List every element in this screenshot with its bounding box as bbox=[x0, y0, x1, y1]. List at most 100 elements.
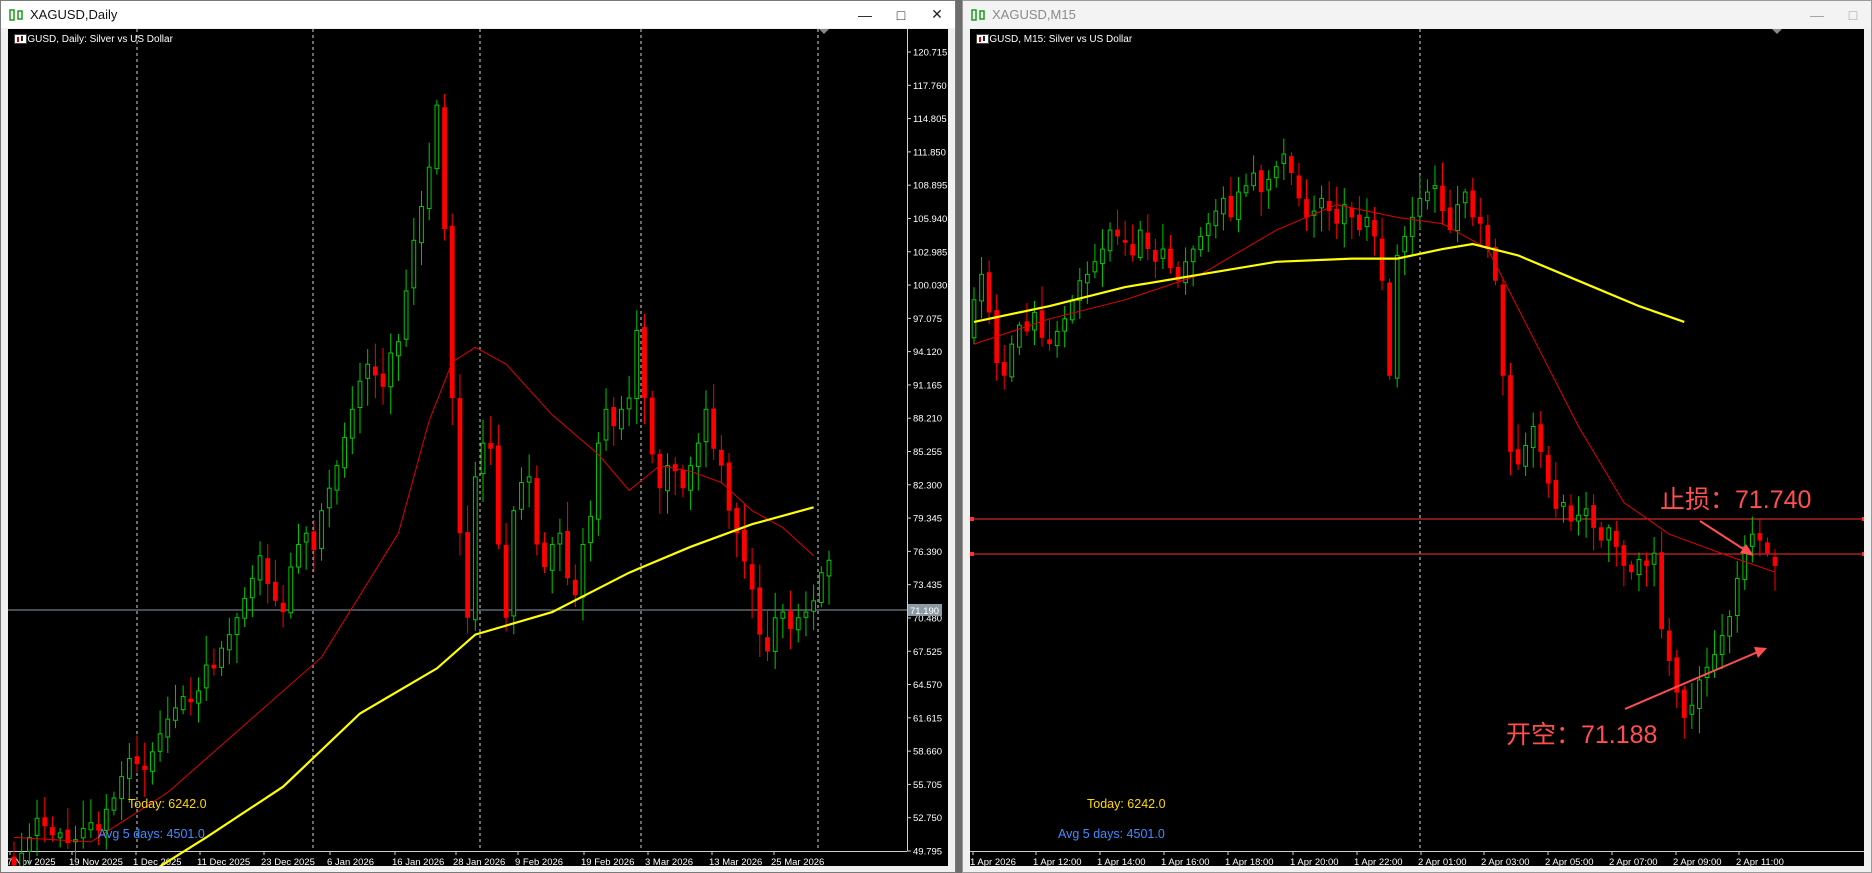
minimize-button[interactable]: — bbox=[847, 1, 883, 28]
x-tick-label: 28 Jan 2026 bbox=[453, 857, 505, 866]
candle-body bbox=[1085, 273, 1090, 284]
chart-window-icon bbox=[9, 8, 23, 21]
x-tick-label: 1 Apr 22:00 bbox=[1354, 857, 1403, 866]
candle-body bbox=[357, 380, 363, 408]
candle-body bbox=[1281, 153, 1287, 164]
candle-body bbox=[1115, 229, 1120, 237]
candle-body bbox=[711, 408, 717, 449]
daily-price-chart[interactable]: 120.715 117.760 114.805 111.850 108.895 105.9… bbox=[8, 29, 948, 866]
candle-body bbox=[296, 544, 301, 568]
daily-chart-svg[interactable]: 120.715 117.760 114.805 111.850 108.895 105.9… bbox=[8, 29, 948, 866]
candle-body bbox=[1001, 362, 1007, 376]
maximize-button[interactable]: □ bbox=[883, 1, 919, 28]
candle-body bbox=[1485, 225, 1491, 250]
candle-body bbox=[1462, 191, 1468, 204]
candle-body bbox=[419, 206, 424, 244]
candle-body bbox=[472, 476, 478, 621]
candle-body bbox=[1243, 185, 1249, 194]
candle-body bbox=[1545, 454, 1551, 484]
candle-body bbox=[1047, 339, 1052, 345]
candle-body bbox=[726, 462, 732, 511]
candle-body bbox=[288, 566, 294, 614]
x-tick-label: 6 Jan 2026 bbox=[327, 857, 374, 866]
m15-price-chart[interactable]: 1 Apr 2026 1 Apr 12:00 1 Apr 14:00 1 Apr 16… bbox=[970, 29, 1864, 866]
y-tick-label: 88.210 bbox=[913, 414, 942, 425]
candle-body bbox=[26, 836, 32, 852]
candle-body bbox=[265, 558, 271, 584]
candle-body bbox=[1440, 185, 1445, 212]
candle-body bbox=[465, 532, 471, 618]
title-bar[interactable]: XAGUSD,Daily — □ ✕ bbox=[1, 1, 955, 28]
candle-body bbox=[1054, 330, 1060, 347]
candle-body bbox=[611, 406, 617, 427]
candle-body bbox=[1334, 208, 1340, 224]
candle-body bbox=[349, 408, 355, 439]
x-tick-label: 2 Apr 01:00 bbox=[1418, 857, 1467, 866]
candle-body bbox=[196, 690, 201, 704]
minimize-button[interactable]: — bbox=[1799, 1, 1835, 28]
candle-body bbox=[1530, 425, 1536, 449]
candle-body bbox=[603, 408, 609, 441]
m15-chart-window[interactable]: XAGUSD,M15 — □ 1 Apr 2026 1 Apr 12:00 1 Ap… bbox=[962, 0, 1872, 873]
candle-body bbox=[580, 544, 586, 598]
candle-body bbox=[1228, 195, 1234, 218]
candle-body bbox=[665, 465, 670, 492]
candle-body bbox=[11, 856, 17, 866]
candle-body bbox=[249, 577, 255, 599]
m15-chart-svg[interactable]: 1 Apr 2026 1 Apr 12:00 1 Apr 14:00 1 Apr 16… bbox=[970, 29, 1864, 866]
daily-chart-window[interactable]: XAGUSD,Daily — □ ✕ 120.715 117.760 114.805… bbox=[0, 0, 956, 873]
candle-body bbox=[565, 530, 570, 579]
close-button[interactable]: ✕ bbox=[919, 1, 955, 28]
candle-body bbox=[826, 559, 832, 577]
candle-body bbox=[511, 510, 517, 617]
candle-body bbox=[979, 273, 984, 302]
candle-body bbox=[1500, 284, 1506, 376]
y-tick-label: 79.345 bbox=[913, 514, 942, 525]
candle-body bbox=[165, 718, 171, 738]
y-tick-label: 94.120 bbox=[913, 347, 942, 358]
candle-body bbox=[688, 465, 693, 491]
x-tick-label: 9 Feb 2026 bbox=[515, 857, 563, 866]
y-tick-label: 61.615 bbox=[913, 713, 942, 724]
candle-body bbox=[534, 478, 540, 545]
candle-body bbox=[1757, 533, 1763, 541]
candle-body bbox=[526, 476, 532, 483]
y-tick-label: 117.760 bbox=[913, 81, 947, 92]
candle-body bbox=[1289, 156, 1294, 174]
candle-body bbox=[657, 453, 663, 489]
candle-body bbox=[1266, 178, 1272, 191]
candle-body bbox=[1273, 166, 1279, 179]
candle-body bbox=[572, 579, 578, 596]
candle-body bbox=[434, 104, 440, 170]
candle-body bbox=[1160, 248, 1166, 259]
maximize-button[interactable]: □ bbox=[1835, 1, 1871, 28]
symbol-icon bbox=[976, 34, 989, 44]
candle-body bbox=[111, 797, 117, 811]
candle-body bbox=[1122, 240, 1128, 243]
x-tick-label: 19 Feb 2026 bbox=[581, 857, 634, 866]
candle-body bbox=[1666, 630, 1672, 661]
candle-body bbox=[1712, 654, 1717, 671]
candle-body bbox=[1749, 533, 1755, 547]
y-tick-label: 49.795 bbox=[913, 847, 942, 858]
candle-body bbox=[1009, 343, 1015, 378]
candle-body bbox=[1153, 250, 1158, 262]
candle-body bbox=[1190, 248, 1196, 263]
candle-body bbox=[1606, 527, 1612, 541]
candle-body bbox=[795, 617, 801, 631]
candle-body bbox=[642, 327, 647, 399]
candle-body bbox=[634, 329, 640, 399]
candle-body bbox=[1681, 689, 1687, 718]
y-tick-label: 67.525 bbox=[913, 647, 942, 658]
entry-arrow bbox=[1624, 650, 1761, 710]
candle-body bbox=[1765, 542, 1770, 554]
title-bar[interactable]: XAGUSD,M15 — □ bbox=[963, 1, 1871, 28]
candle-body bbox=[1455, 204, 1460, 232]
candle-body bbox=[42, 817, 48, 827]
candle-body bbox=[372, 366, 378, 376]
y-tick-label: 85.255 bbox=[913, 447, 942, 458]
candle-body bbox=[811, 600, 817, 612]
candle-body bbox=[173, 707, 178, 721]
candle-body bbox=[1523, 444, 1528, 467]
candle-body bbox=[1417, 197, 1423, 217]
